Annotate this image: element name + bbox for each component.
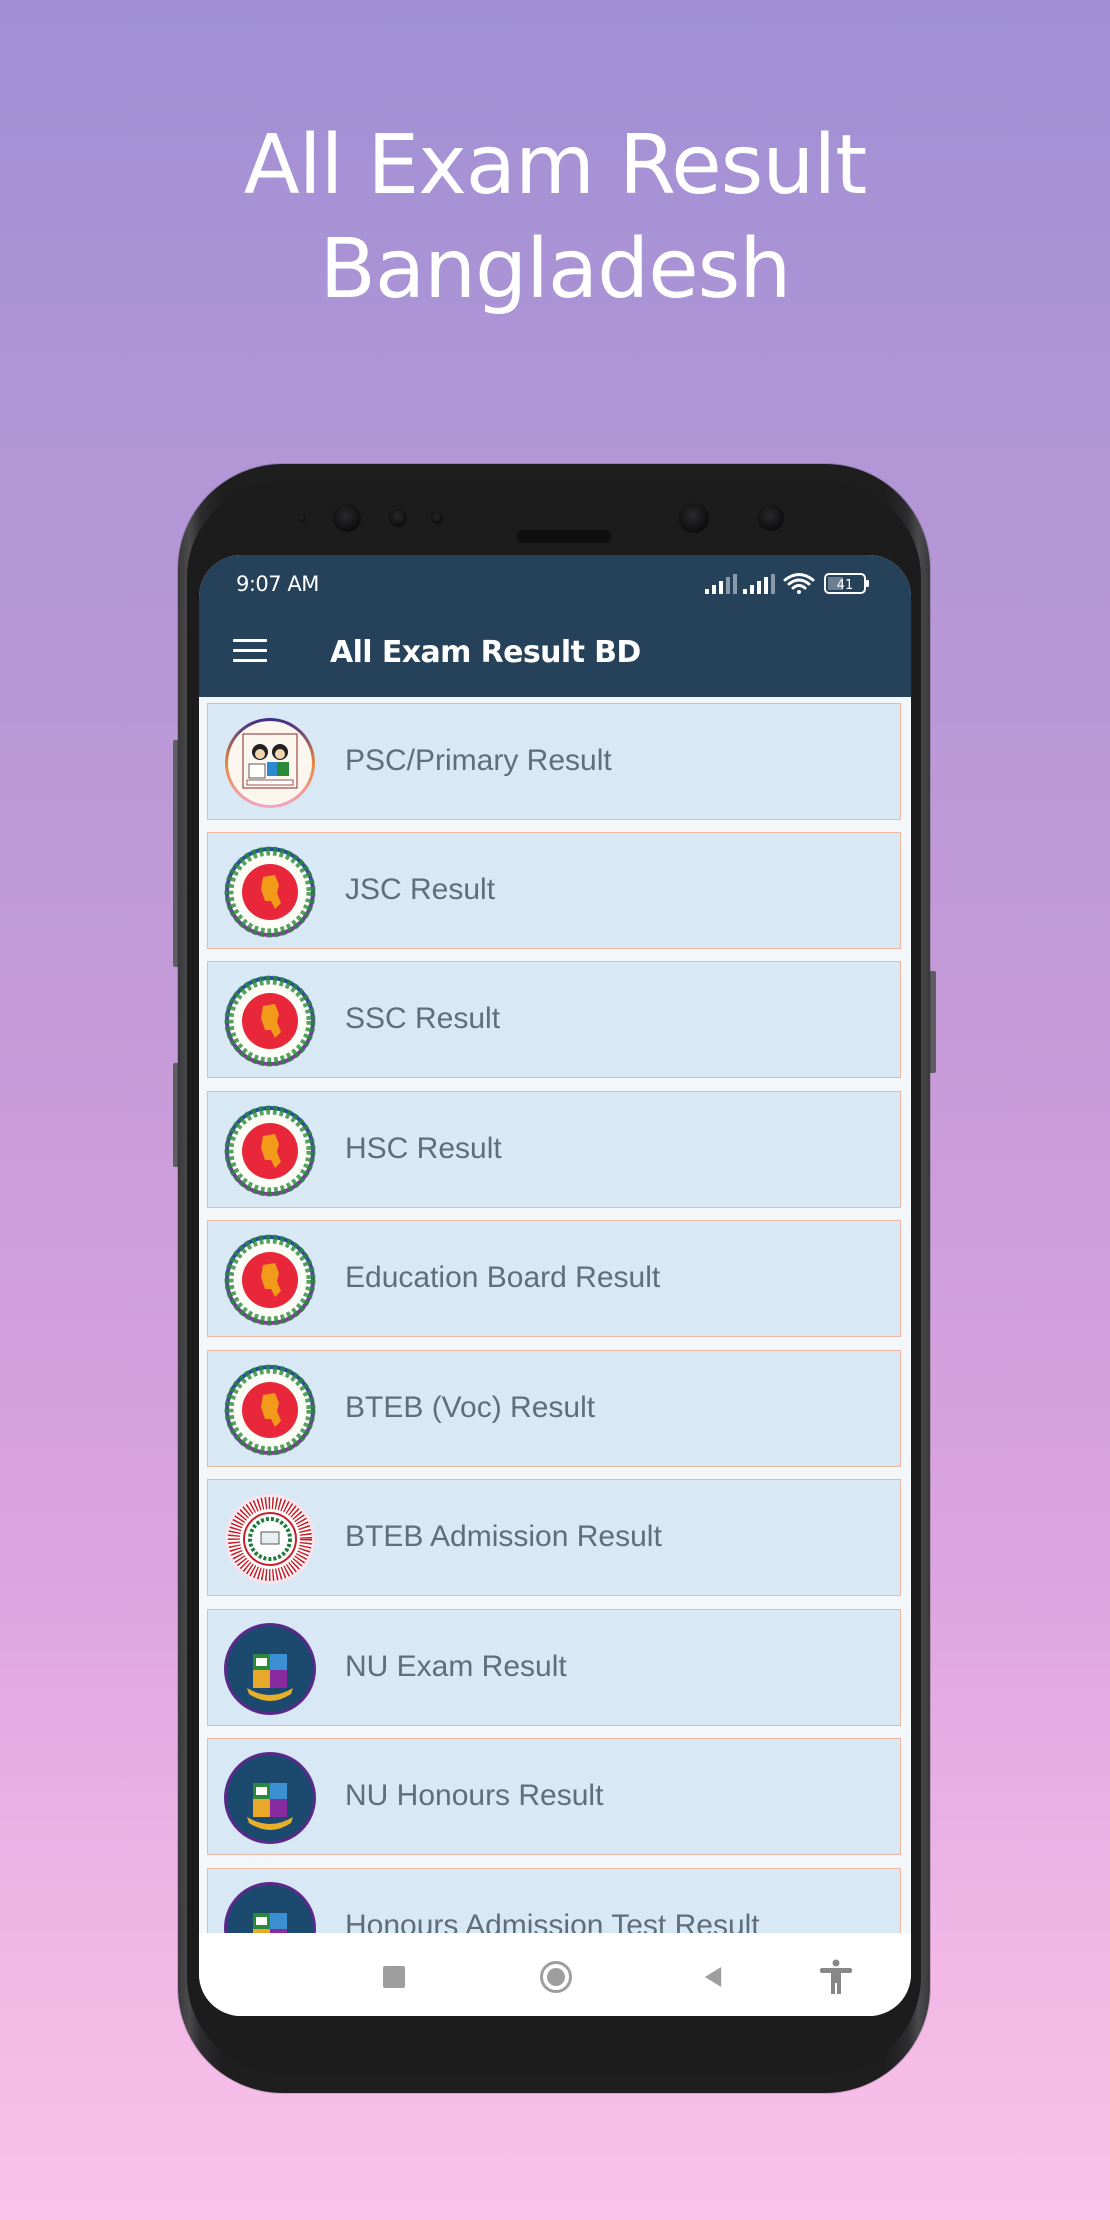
list-item-label: NU Honours Result xyxy=(345,1779,604,1812)
battery-icon: 41 xyxy=(824,573,869,594)
national-university-logo-icon xyxy=(224,1882,316,1933)
list-item-label: SSC Result xyxy=(345,1002,501,1035)
promo-headline-line2: Bangladesh xyxy=(319,222,792,317)
bteb-logo-icon xyxy=(225,1494,315,1584)
wifi-icon xyxy=(783,573,815,594)
bangladesh-govt-seal-icon xyxy=(224,1105,316,1197)
app-title: All Exam Result BD xyxy=(330,635,641,670)
home-circle-icon[interactable] xyxy=(540,1961,572,1993)
system-navigation-bar xyxy=(199,1933,911,2016)
list-item-psc-primary-result[interactable]: PSC/Primary Result xyxy=(207,703,901,820)
sensor-dot xyxy=(389,509,407,527)
list-item-label: PSC/Primary Result xyxy=(345,744,612,777)
list-item-nu-honours-result[interactable]: NU Honours Result xyxy=(207,1738,901,1855)
list-item-label: BTEB Admission Result xyxy=(345,1520,662,1553)
exam-result-list[interactable]: PSC/Primary Result JSC Result SSC Result… xyxy=(199,697,911,1933)
promo-headline-line1: All Exam Result xyxy=(243,118,868,213)
list-item-honours-admission-test-result[interactable]: Honours Admission Test Result xyxy=(207,1868,901,1933)
front-camera xyxy=(333,504,361,532)
list-item-label: Education Board Result xyxy=(345,1261,661,1294)
phone-power-button xyxy=(929,971,936,1073)
sensor-dot xyxy=(298,514,306,522)
bangladesh-govt-seal-icon xyxy=(224,975,316,1067)
recents-square-icon[interactable] xyxy=(383,1966,405,1988)
signal-icon xyxy=(705,574,737,594)
earpiece-speaker xyxy=(517,530,611,543)
list-item-label: BTEB (Voc) Result xyxy=(345,1391,596,1424)
phone-screen: 9:07 AM 41 All Exam Result BD PSC/Primar… xyxy=(199,555,911,2016)
bangladesh-govt-seal-icon xyxy=(224,1234,316,1326)
status-time: 9:07 AM xyxy=(236,572,319,596)
app-bar: All Exam Result BD xyxy=(199,609,911,697)
list-item-ssc-result[interactable]: SSC Result xyxy=(207,961,901,1078)
list-item-bteb-voc-result[interactable]: BTEB (Voc) Result xyxy=(207,1350,901,1467)
signal-icon xyxy=(743,574,775,594)
list-item-label: HSC Result xyxy=(345,1132,502,1165)
status-bar: 9:07 AM 41 xyxy=(199,555,911,609)
accessibility-icon[interactable] xyxy=(819,1959,853,1995)
list-item-label: NU Exam Result xyxy=(345,1650,567,1683)
list-item-label: Honours Admission Test Result xyxy=(345,1909,760,1933)
battery-level: 41 xyxy=(837,578,854,593)
national-university-logo-icon xyxy=(224,1623,316,1715)
hamburger-menu-icon[interactable] xyxy=(233,639,267,663)
national-university-logo-icon xyxy=(224,1752,316,1844)
bangladesh-govt-seal-icon xyxy=(224,846,316,938)
list-item-hsc-result[interactable]: HSC Result xyxy=(207,1091,901,1208)
list-item-nu-exam-result[interactable]: NU Exam Result xyxy=(207,1609,901,1726)
list-item-education-board-result[interactable]: Education Board Result xyxy=(207,1220,901,1337)
primary-education-logo-icon xyxy=(225,718,315,808)
sensor-dot xyxy=(431,512,443,524)
back-triangle-icon[interactable] xyxy=(703,1965,723,1989)
list-item-jsc-result[interactable]: JSC Result xyxy=(207,832,901,949)
front-camera xyxy=(679,503,709,533)
list-item-bteb-admission-result[interactable]: BTEB Admission Result xyxy=(207,1479,901,1596)
list-item-label: JSC Result xyxy=(345,873,496,906)
front-camera xyxy=(758,505,784,531)
status-icons: 41 xyxy=(705,573,869,594)
bangladesh-govt-seal-icon xyxy=(224,1364,316,1456)
